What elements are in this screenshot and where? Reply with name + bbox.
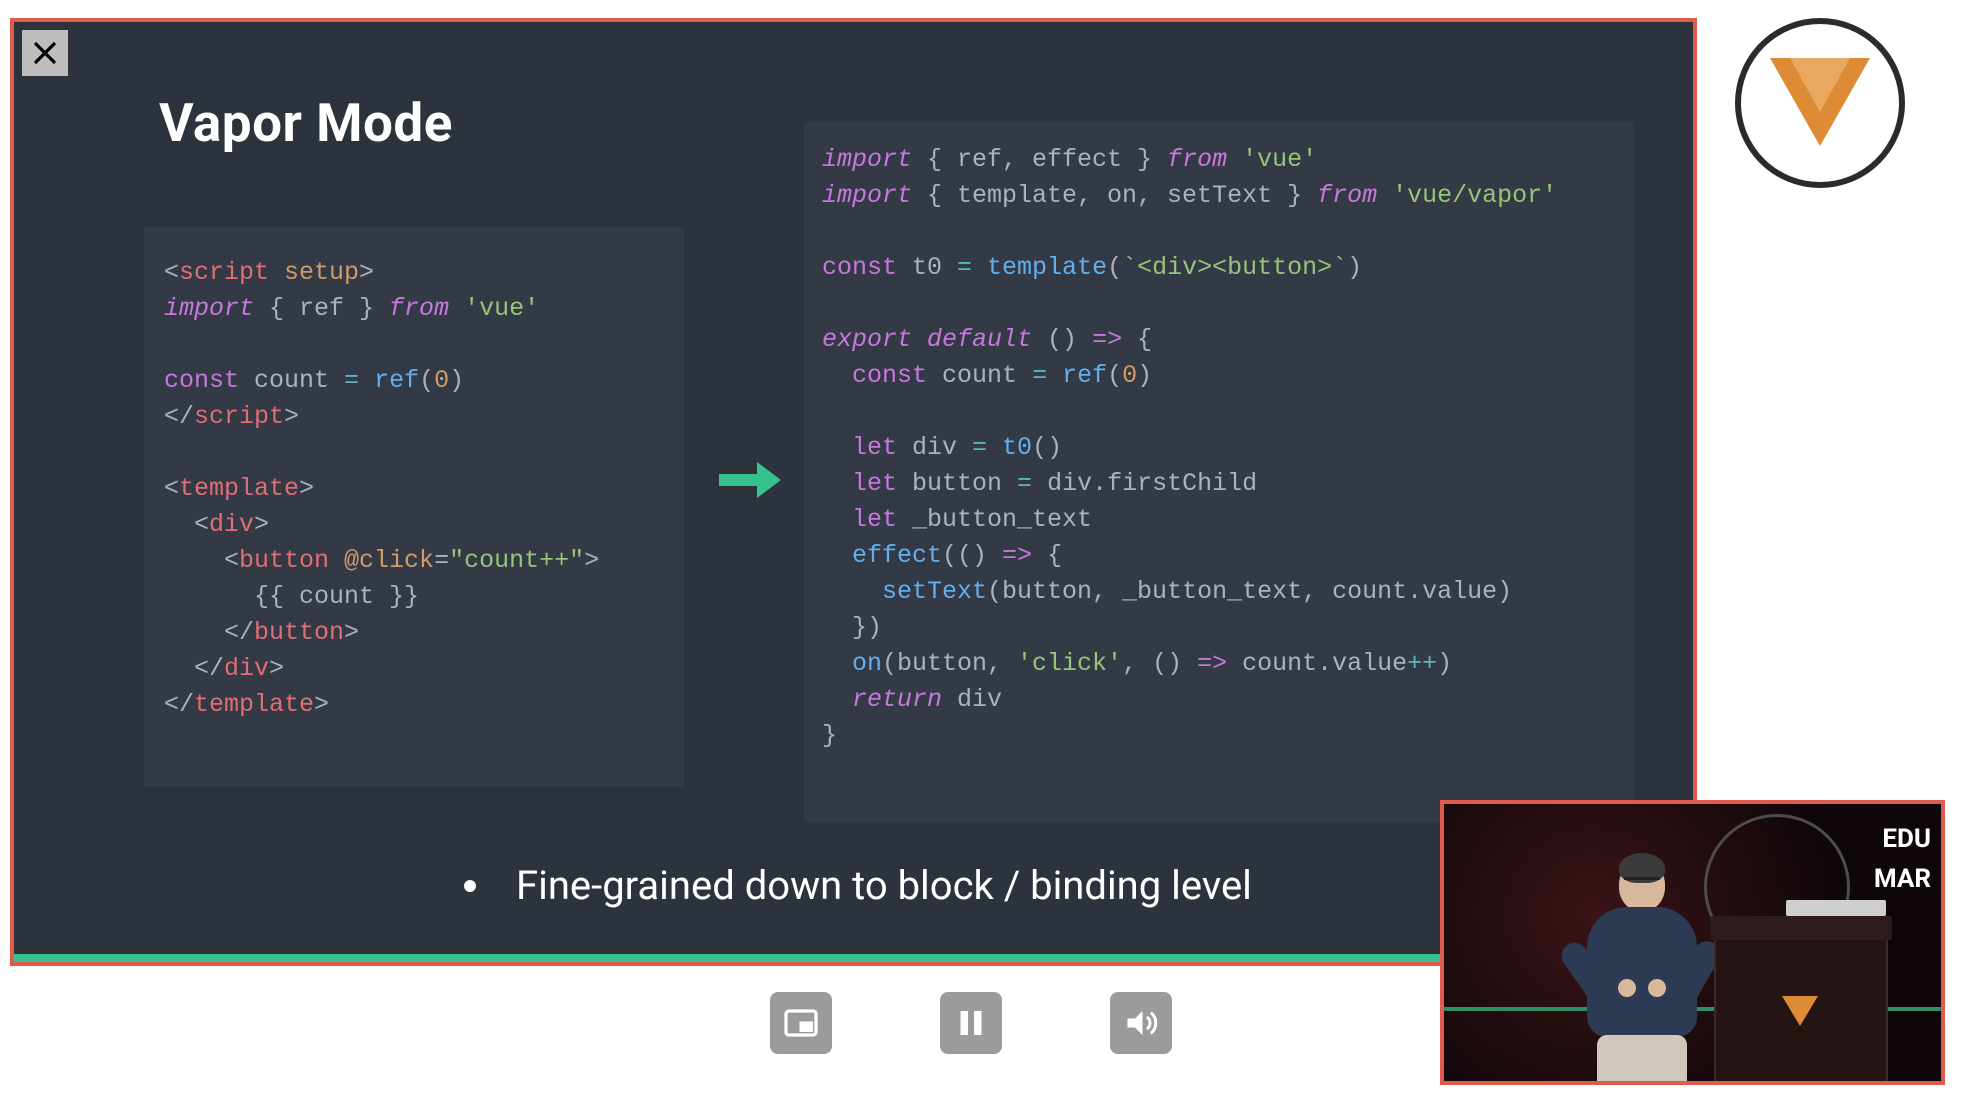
close-button[interactable] — [22, 30, 68, 76]
vue-logo-small-icon — [1782, 996, 1818, 1028]
slide-bullet-text: Fine-grained down to block / binding lev… — [516, 862, 1252, 909]
pip-icon — [783, 1005, 819, 1041]
pause-icon — [953, 1005, 989, 1041]
slide-title: Vapor Mode — [159, 92, 453, 154]
pip-speaker-figure — [1582, 859, 1702, 1084]
code-panel-compiled: import { ref, effect } from 'vue' import… — [804, 122, 1634, 822]
vue-logo-icon — [1770, 58, 1870, 148]
pip-label-2: MAR — [1874, 864, 1931, 894]
slide-bullet: Fine-grained down to block / binding lev… — [464, 862, 1252, 909]
close-icon — [30, 38, 60, 68]
pip-toggle-button[interactable] — [770, 992, 832, 1054]
speaker-camera-pip[interactable]: EDU MAR — [1440, 800, 1945, 1085]
pause-button[interactable] — [940, 992, 1002, 1054]
progress-fill — [14, 954, 1492, 962]
pip-label-1: EDU — [1882, 824, 1931, 854]
arrow-icon — [719, 460, 781, 504]
pip-podium — [1714, 934, 1888, 1085]
media-controls — [770, 992, 1172, 1054]
bullet-dot-icon — [464, 880, 476, 892]
volume-button[interactable] — [1110, 992, 1172, 1054]
vue-logo-badge — [1735, 18, 1905, 188]
volume-icon — [1123, 1005, 1159, 1041]
code-panel-source: <script setup> import { ref } from 'vue'… — [144, 227, 684, 787]
